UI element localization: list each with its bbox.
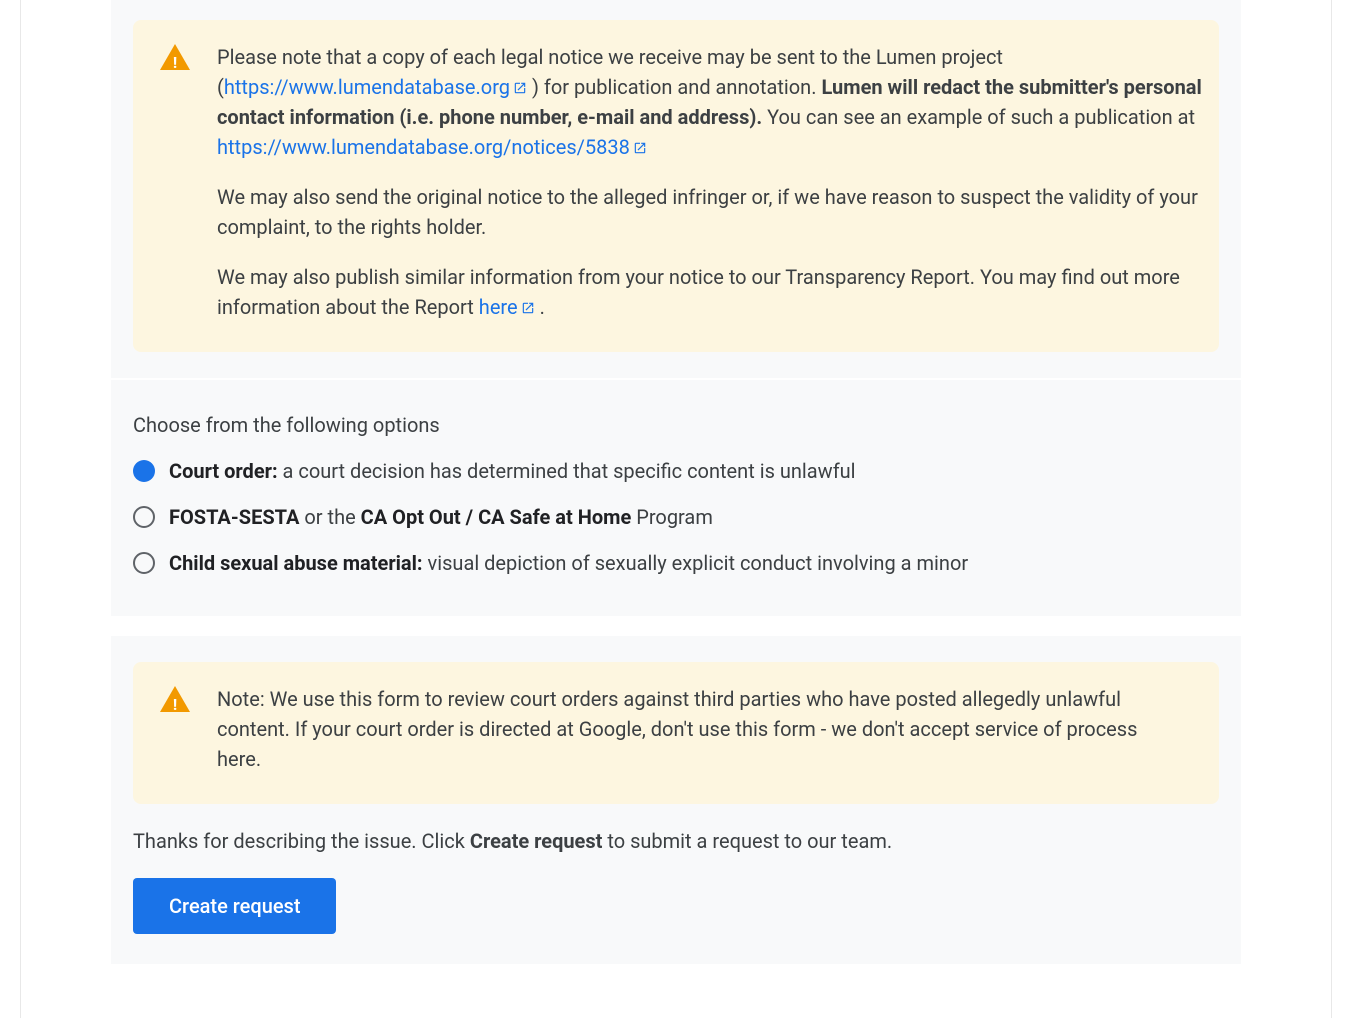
lumen-notice-section: Please note that a copy of each legal no… [111,0,1241,378]
external-link-icon [521,293,535,307]
radio-mid: or the [299,505,360,529]
radio-option-court-order[interactable]: Court order: a court decision has determ… [133,448,1219,494]
lumen-link[interactable]: https://www.lumendatabase.org [224,75,527,99]
options-prompt: Choose from the following options [133,410,1219,440]
radio-rest: a court decision has determined that spe… [278,459,856,483]
radio-bold: Court order: [169,459,278,483]
transparency-here-link[interactable]: here [479,295,535,319]
external-link-icon [633,133,647,147]
submit-instruction: Thanks for describing the issue. Click C… [133,826,1219,856]
ca-safe-at-home-link[interactable]: CA Safe at Home [478,505,631,529]
lumen-example-link[interactable]: https://www.lumendatabase.org/notices/58… [217,135,647,159]
radio-option-csam[interactable]: Child sexual abuse material: visual depi… [133,540,1219,586]
radio-option-fosta-sesta[interactable]: FOSTA-SESTA or the CA Opt Out / CA Safe … [133,494,1219,540]
warning-icon [160,44,190,70]
radio-icon-selected [133,460,155,482]
lumen-p2: We may also send the original notice to … [217,182,1213,242]
warning-icon [160,686,190,712]
submit-section: Note: We use this form to review court o… [111,636,1241,964]
radio-icon [133,552,155,574]
fosta-sesta-link[interactable]: FOSTA-SESTA [169,505,299,529]
external-link-icon [513,73,527,87]
lumen-p3-prefix: We may also publish similar information … [217,265,1180,319]
radio-rest: visual depiction of sexually explicit co… [423,551,969,575]
court-order-notice-text: Note: We use this form to review court o… [217,684,1189,774]
radio-bold: Child sexual abuse material: [169,551,423,575]
court-order-notice-box: Note: We use this form to review court o… [133,662,1219,804]
lumen-notice-box: Please note that a copy of each legal no… [133,20,1219,352]
radio-icon [133,506,155,528]
radio-rest: Program [631,505,713,529]
lumen-p1-after-link: ) for publication and annotation. [527,75,821,99]
options-section: Choose from the following options Court … [111,378,1241,616]
lumen-p3-suffix: . [535,295,545,319]
section-spacer [111,616,1241,636]
lumen-notice-content: Please note that a copy of each legal no… [217,42,1219,322]
create-request-button[interactable]: Create request [133,878,336,934]
lumen-p1-after-bold: You can see an example of such a publica… [762,105,1195,129]
radio-bold2: CA Opt Out / [361,505,478,529]
